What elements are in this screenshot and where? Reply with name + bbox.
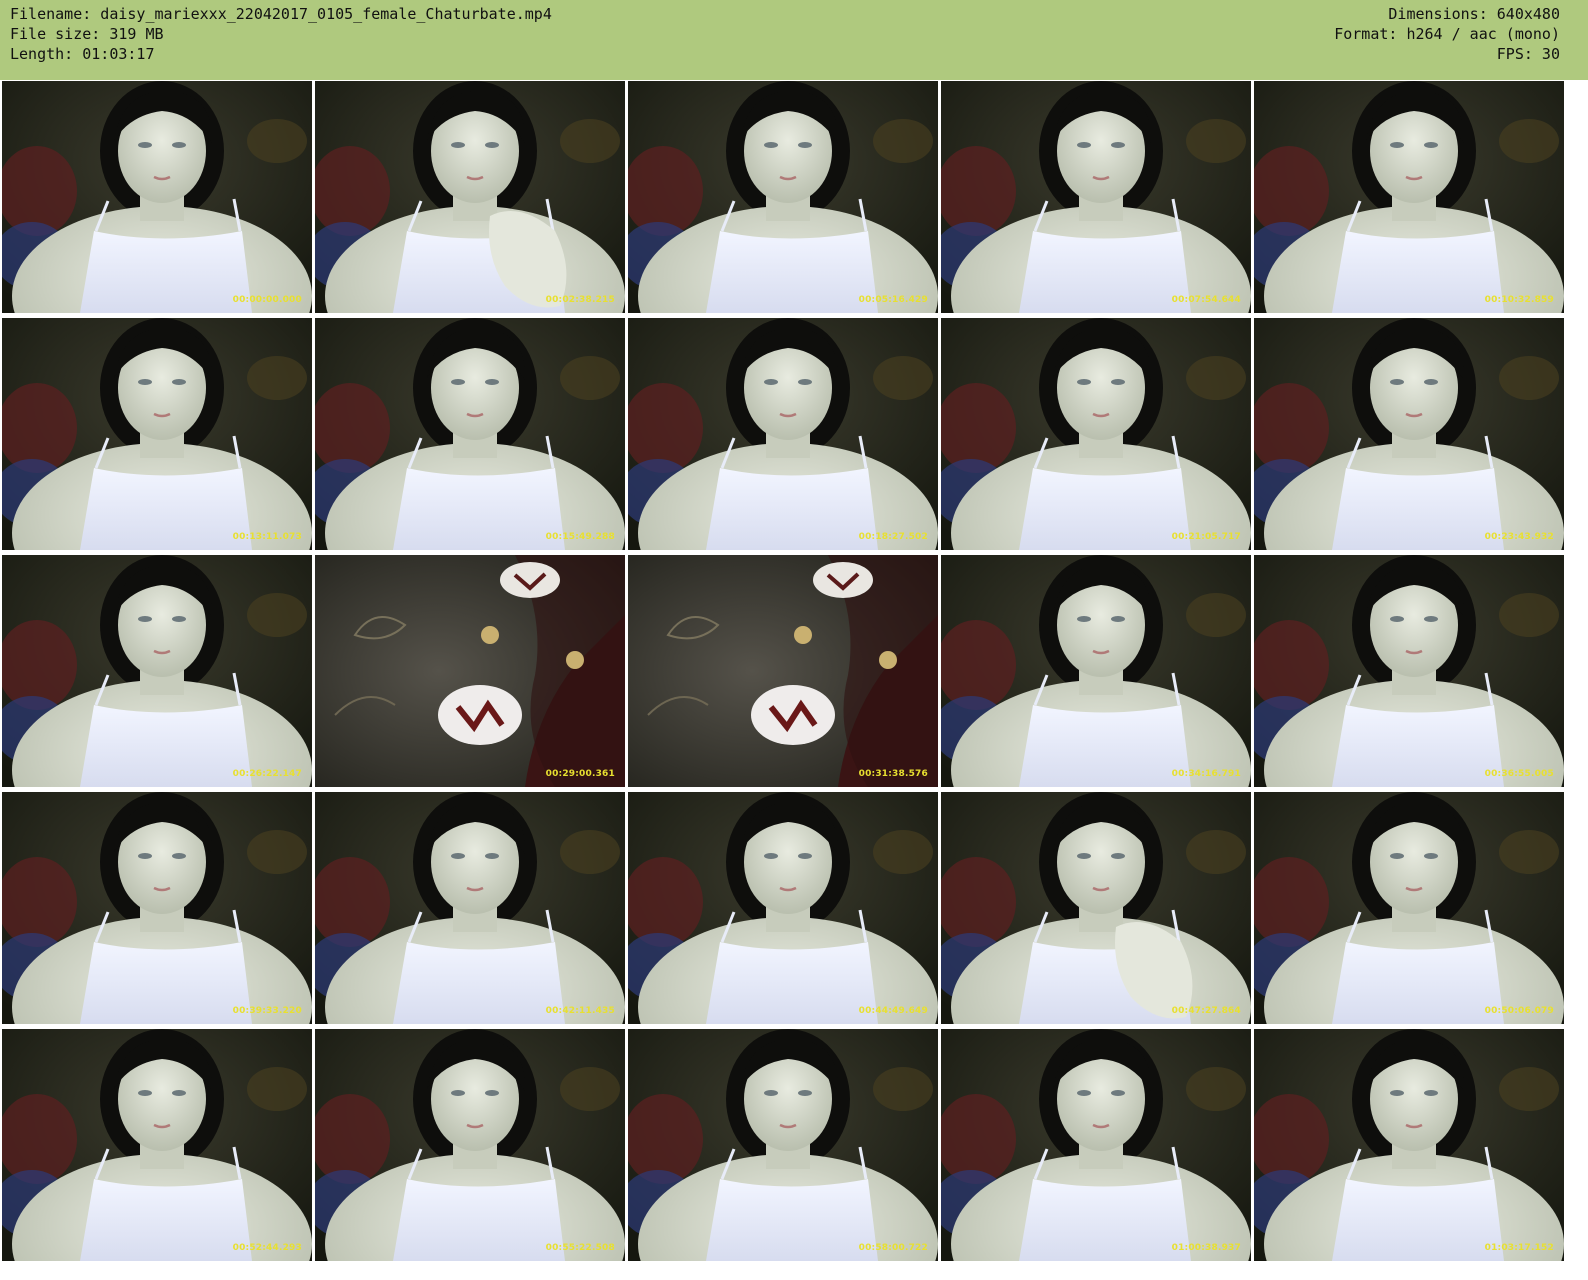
filesize-text: File size: 319 MB — [10, 25, 164, 43]
video-thumbnail: 00:13:11.073 — [2, 318, 312, 550]
frame-image — [941, 555, 1251, 787]
info-right-column: Dimensions: 640x480 Format: h264 / aac (… — [1334, 4, 1560, 64]
frame-image — [628, 1029, 938, 1261]
frame-timestamp: 00:10:32.859 — [1484, 295, 1554, 305]
video-thumbnail: 00:52:44.293 — [2, 1029, 312, 1261]
frame-timestamp: 00:18:27.502 — [858, 532, 928, 542]
video-thumbnail: 00:55:22.508 — [315, 1029, 625, 1261]
video-thumbnail: 00:47:27.864 — [941, 792, 1251, 1024]
fps-text: FPS: 30 — [1496, 45, 1560, 63]
frame-timestamp: 00:36:55.005 — [1484, 769, 1554, 779]
video-thumbnail: 00:31:38.576 — [628, 555, 938, 787]
frame-image — [2, 792, 312, 1024]
video-thumbnail: 00:44:49.649 — [628, 792, 938, 1024]
frame-timestamp: 00:13:11.073 — [232, 532, 302, 542]
frame-image — [2, 81, 312, 313]
frame-image — [628, 81, 938, 313]
frame-timestamp: 00:15:49.288 — [545, 532, 615, 542]
length-text: Length: 01:03:17 — [10, 45, 155, 63]
frame-timestamp: 00:31:38.576 — [858, 769, 928, 779]
frame-timestamp: 00:55:22.508 — [545, 1243, 615, 1253]
frame-image — [941, 318, 1251, 550]
frame-timestamp: 00:00:00.000 — [232, 295, 302, 305]
frame-image — [315, 792, 625, 1024]
video-thumbnail: 00:15:49.288 — [315, 318, 625, 550]
frame-timestamp: 00:23:43.932 — [1484, 532, 1554, 542]
video-thumbnail: 00:39:33.220 — [2, 792, 312, 1024]
frame-timestamp: 00:21:05.717 — [1171, 532, 1241, 542]
video-thumbnail: 00:36:55.005 — [1254, 555, 1564, 787]
frame-image — [1254, 1029, 1564, 1261]
frame-image — [315, 318, 625, 550]
info-left-column: Filename: daisy_mariexxx_22042017_0105_f… — [10, 4, 552, 64]
video-thumbnail: 01:03:17.152 — [1254, 1029, 1564, 1261]
video-thumbnail: 00:23:43.932 — [1254, 318, 1564, 550]
frame-timestamp: 01:00:38.937 — [1171, 1243, 1241, 1253]
frame-image — [1254, 318, 1564, 550]
frame-timestamp: 00:34:16.791 — [1171, 769, 1241, 779]
frame-timestamp: 00:07:54.644 — [1171, 295, 1241, 305]
video-thumbnail: 00:42:11.435 — [315, 792, 625, 1024]
frame-timestamp: 00:58:00.722 — [858, 1243, 928, 1253]
frame-image — [628, 792, 938, 1024]
frame-image — [941, 792, 1251, 1024]
format-text: Format: h264 / aac (mono) — [1334, 25, 1560, 43]
frame-image — [941, 81, 1251, 313]
frame-image — [941, 1029, 1251, 1261]
frame-timestamp: 00:50:06.079 — [1484, 1006, 1554, 1016]
video-thumbnail: 00:34:16.791 — [941, 555, 1251, 787]
frame-timestamp: 00:26:22.147 — [232, 769, 302, 779]
frame-image — [628, 318, 938, 550]
frame-image — [2, 1029, 312, 1261]
video-thumbnail: 00:02:38.215 — [315, 81, 625, 313]
frame-image — [2, 318, 312, 550]
filename-text: Filename: daisy_mariexxx_22042017_0105_f… — [10, 5, 552, 23]
video-thumbnail: 00:50:06.079 — [1254, 792, 1564, 1024]
frame-timestamp: 00:44:49.649 — [858, 1006, 928, 1016]
thumbnail-grid: 00:00:00.000 00:02:38.215 00:05:16.429 00:0… — [0, 80, 1588, 1280]
video-thumbnail: 00:05:16.429 — [628, 81, 938, 313]
frame-timestamp: 00:52:44.293 — [232, 1243, 302, 1253]
frame-timestamp: 00:29:00.361 — [545, 769, 615, 779]
video-thumbnail: 00:58:00.722 — [628, 1029, 938, 1261]
video-thumbnail: 00:26:22.147 — [2, 555, 312, 787]
frame-timestamp: 00:47:27.864 — [1171, 1006, 1241, 1016]
frame-timestamp: 00:42:11.435 — [545, 1006, 615, 1016]
video-thumbnail: 00:00:00.000 — [2, 81, 312, 313]
video-thumbnail: 00:10:32.859 — [1254, 81, 1564, 313]
video-thumbnail: 00:29:00.361 — [315, 555, 625, 787]
frame-timestamp: 00:39:33.220 — [232, 1006, 302, 1016]
frame-image — [315, 1029, 625, 1261]
frame-image — [628, 555, 938, 787]
video-thumbnail: 00:18:27.502 — [628, 318, 938, 550]
video-thumbnail: 00:21:05.717 — [941, 318, 1251, 550]
dimensions-text: Dimensions: 640x480 — [1388, 5, 1560, 23]
info-header: Filename: daisy_mariexxx_22042017_0105_f… — [0, 0, 1588, 80]
video-thumbnail: 00:07:54.644 — [941, 81, 1251, 313]
frame-image — [1254, 792, 1564, 1024]
frame-image — [315, 81, 625, 313]
frame-image — [1254, 81, 1564, 313]
frame-timestamp: 01:03:17.152 — [1484, 1243, 1554, 1253]
frame-image — [1254, 555, 1564, 787]
frame-timestamp: 00:02:38.215 — [545, 295, 615, 305]
frame-timestamp: 00:05:16.429 — [858, 295, 928, 305]
frame-image — [315, 555, 625, 787]
video-thumbnail: 01:00:38.937 — [941, 1029, 1251, 1261]
frame-image — [2, 555, 312, 787]
